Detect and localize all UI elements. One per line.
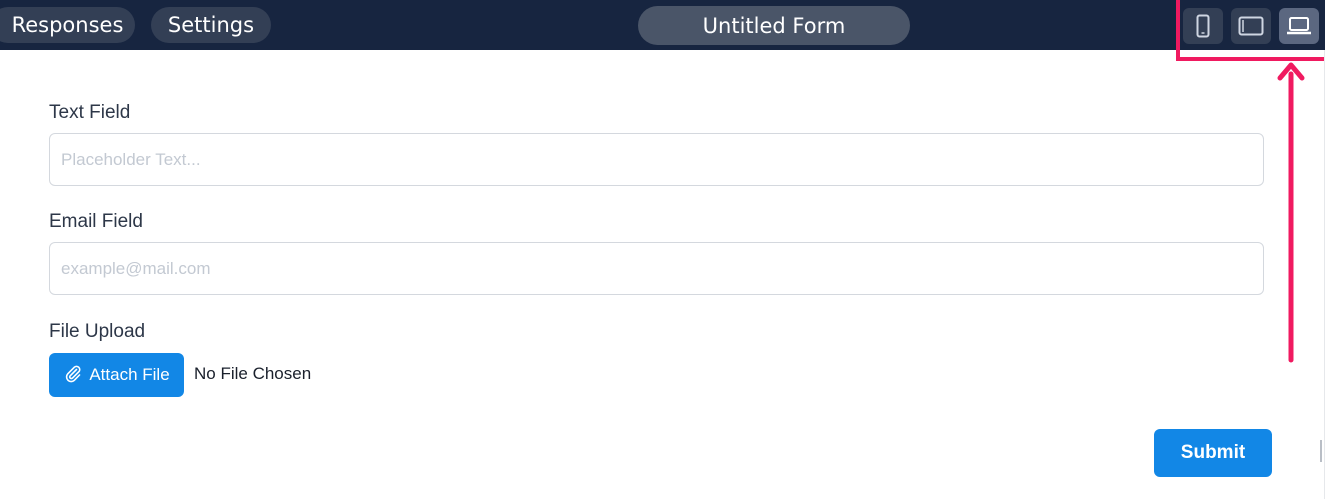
file-status-text: No File Chosen bbox=[194, 364, 312, 383]
email-field-label: Email Field bbox=[49, 211, 143, 232]
paperclip-icon bbox=[63, 363, 83, 388]
email-field-input[interactable] bbox=[49, 242, 1264, 295]
mobile-view-button[interactable] bbox=[1183, 8, 1223, 44]
desktop-view-button[interactable] bbox=[1279, 8, 1319, 44]
mobile-icon bbox=[1196, 14, 1210, 38]
submit-button[interactable]: Submit bbox=[1154, 429, 1272, 477]
tablet-view-button[interactable] bbox=[1231, 8, 1271, 44]
file-upload-label: File Upload bbox=[49, 321, 146, 342]
top-bar: Responses Settings Untitled Form bbox=[0, 0, 1325, 50]
tablet-icon bbox=[1238, 16, 1264, 36]
attach-file-label: Attach File bbox=[89, 365, 170, 384]
form-title[interactable]: Untitled Form bbox=[638, 6, 910, 45]
settings-tab[interactable]: Settings bbox=[151, 7, 271, 43]
attach-file-button[interactable]: Attach File bbox=[49, 353, 184, 397]
responses-tab[interactable]: Responses bbox=[0, 7, 135, 43]
laptop-icon bbox=[1286, 16, 1312, 36]
annotation-arrow bbox=[1276, 62, 1306, 372]
text-field-label: Text Field bbox=[49, 102, 131, 123]
scrollbar-resize-handle[interactable] bbox=[1320, 440, 1322, 462]
text-field-input[interactable] bbox=[49, 133, 1264, 186]
